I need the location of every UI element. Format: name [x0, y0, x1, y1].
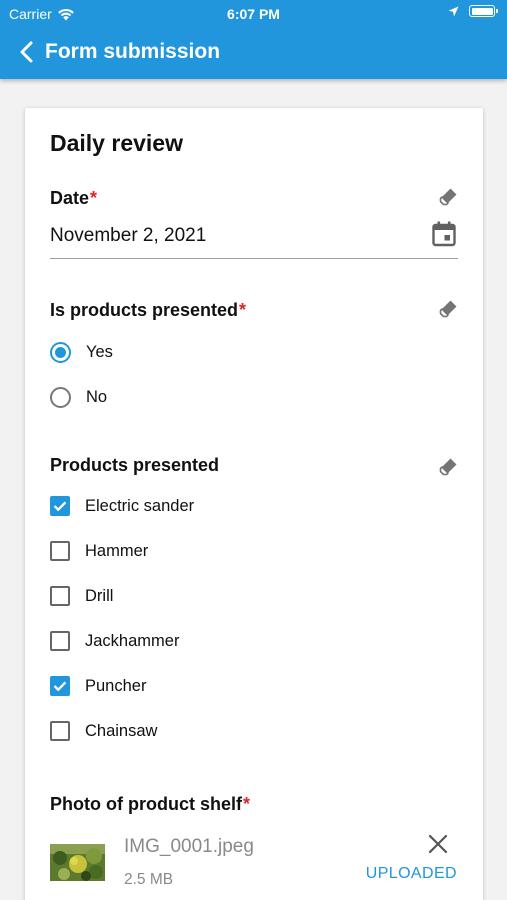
radio-option-yes[interactable]: Yes: [50, 340, 113, 364]
checkbox[interactable]: [50, 721, 70, 741]
radio-button[interactable]: [50, 386, 71, 408]
checkbox[interactable]: [50, 631, 70, 651]
photo-label-text: Photo of product shelf: [50, 794, 242, 814]
date-label: Date*: [50, 188, 97, 209]
file-name: IMG_0001.jpeg: [124, 836, 254, 857]
presented-label: Is products presented*: [50, 300, 246, 321]
checkbox-label: Hammer: [85, 541, 149, 560]
presented-label-text: Is products presented: [50, 300, 239, 320]
calendar-button[interactable]: [432, 221, 456, 247]
eraser-icon: [439, 300, 457, 318]
clear-presented-button[interactable]: [437, 298, 459, 320]
checkbox-label: Jackhammer: [85, 631, 180, 650]
location-arrow-icon: [448, 6, 459, 16]
navigation-bar: Form submission: [0, 30, 507, 76]
status-bar: Carrier 6:07 PM: [0, 0, 507, 28]
chevron-left-icon: [20, 41, 33, 63]
checkbox-option-electric-sander[interactable]: Electric sander: [50, 494, 194, 518]
checkbox-label: Puncher: [85, 676, 147, 695]
eraser-icon: [439, 188, 457, 206]
status-time: 6:07 PM: [227, 6, 280, 22]
checkbox-option-puncher[interactable]: Puncher: [50, 674, 146, 698]
clear-products-button[interactable]: [437, 456, 459, 478]
checkbox-label: Drill: [85, 586, 114, 605]
checkmark-icon: [53, 501, 67, 512]
checkbox-option-jackhammer[interactable]: Jackhammer: [50, 629, 179, 653]
checkbox[interactable]: [50, 541, 70, 561]
checkbox-label: Chainsaw: [85, 721, 158, 740]
form-card: Daily review Date* November 2, 2021 Is p…: [25, 108, 483, 900]
upload-status-badge: UPLOADED: [365, 865, 457, 882]
date-label-text: Date: [50, 188, 90, 208]
checkbox[interactable]: [50, 586, 70, 606]
status-right: [448, 5, 498, 17]
date-input[interactable]: November 2, 2021: [50, 225, 206, 247]
products-label: Products presented: [50, 455, 220, 475]
app-bar: Carrier 6:07 PM Form submission: [0, 0, 507, 79]
checkbox-option-drill[interactable]: Drill: [50, 584, 113, 608]
radio-button-selected[interactable]: [50, 341, 71, 363]
required-mark: *: [90, 188, 98, 208]
close-icon: [428, 834, 448, 854]
checkbox-label: Electric sander: [85, 496, 195, 515]
radio-option-label: Yes: [86, 342, 113, 361]
remove-file-button[interactable]: [428, 834, 450, 856]
page-title: Form submission: [45, 40, 221, 63]
required-mark: *: [242, 794, 250, 814]
photo-thumbnail-image: [50, 844, 105, 881]
radio-option-label: No: [86, 387, 108, 406]
file-thumbnail[interactable]: [50, 844, 105, 881]
form-title: Daily review: [50, 130, 183, 156]
date-underline: [50, 258, 458, 259]
back-button[interactable]: [12, 38, 40, 66]
radio-option-no[interactable]: No: [50, 385, 107, 409]
required-mark: *: [239, 300, 247, 320]
calendar-icon: [432, 221, 456, 247]
battery-icon: [469, 5, 498, 17]
clear-date-button[interactable]: [437, 186, 459, 208]
checkbox-checked[interactable]: [50, 496, 70, 516]
photo-label: Photo of product shelf*: [50, 794, 250, 815]
checkbox-option-hammer[interactable]: Hammer: [50, 539, 148, 563]
checkmark-icon: [53, 681, 67, 692]
eraser-icon: [439, 458, 457, 476]
checkbox-checked[interactable]: [50, 676, 70, 696]
file-size: 2.5 MB: [124, 871, 174, 888]
checkbox-option-chainsaw[interactable]: Chainsaw: [50, 719, 157, 743]
